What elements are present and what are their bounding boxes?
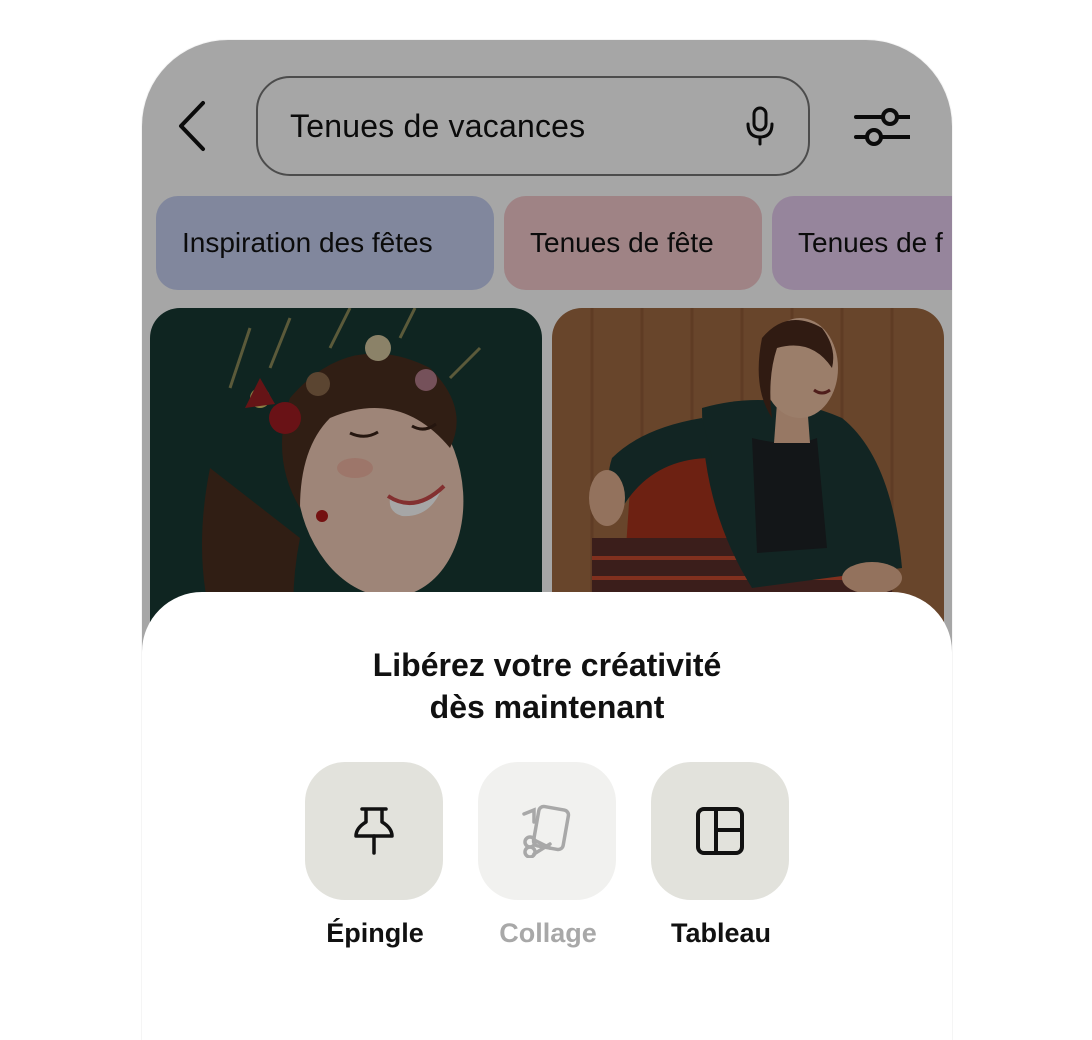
create-collage-label: Collage [499,918,597,948]
create-pin-label: Épingle [326,918,424,948]
sheet-title: Libérez votre créativité dès maintenant [142,644,952,728]
create-pin-button[interactable] [305,762,443,900]
create-board-option[interactable]: Tableau [651,762,791,949]
create-collage-button [478,762,616,900]
create-board-label: Tableau [670,918,772,948]
create-bottom-sheet: Libérez votre créativité dès maintenant … [142,592,952,1040]
sheet-title-line1: Libérez votre créativité [372,647,722,683]
phone-frame: Tenues de vacances Inspiration des fêtes… [142,40,952,1040]
create-board-button[interactable] [651,762,789,900]
sheet-title-line2: dès maintenant [429,689,665,725]
create-pin-option[interactable]: Épingle [305,762,445,949]
create-collage-option: Collage [478,762,618,949]
search-results-screen: Tenues de vacances Inspiration des fêtes… [142,40,952,1040]
scissors-icon [522,804,571,858]
pin-icon [354,807,394,855]
board-icon [696,807,744,855]
